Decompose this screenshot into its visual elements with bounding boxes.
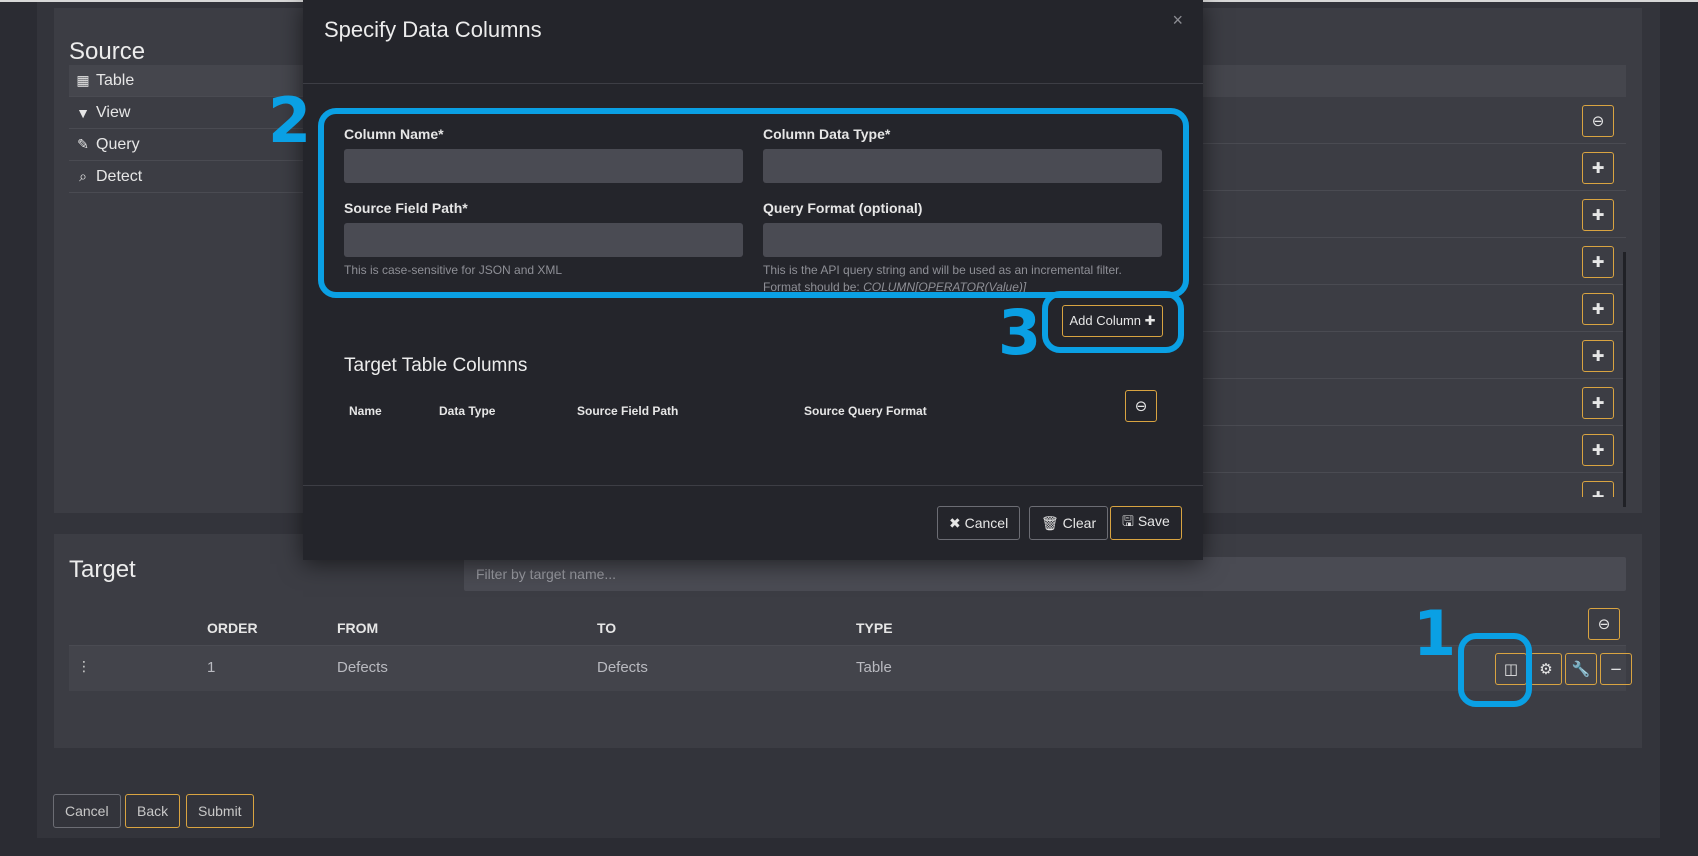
list-item: ✚	[1194, 285, 1626, 332]
source-nav-detect[interactable]: ⌕ Detect	[69, 161, 304, 193]
submit-button[interactable]: Submit	[186, 794, 254, 828]
minus-circle-icon: ⊖	[1591, 112, 1605, 130]
plus-icon: ✚	[1591, 394, 1605, 412]
column-header-to: TO	[597, 620, 617, 636]
modal-footer-divider	[303, 485, 1203, 486]
row-from: Defects	[337, 659, 388, 676]
wrench-button[interactable]: 🔧	[1565, 653, 1597, 685]
search-icon: ⌕	[79, 168, 87, 184]
source-rows: ⊖ ✚ ✚ ✚ ✚ ✚ ✚ ✚ ✚	[1194, 97, 1626, 497]
gear-icon: ⚙	[1539, 660, 1553, 678]
modal-title: Specify Data Columns	[324, 17, 542, 42]
nav-label: View	[96, 103, 131, 121]
column-header-from: FROM	[337, 620, 379, 636]
list-item: ✚	[1194, 191, 1626, 238]
add-source-button[interactable]: ✚	[1582, 387, 1614, 419]
list-item: ✚	[1194, 473, 1626, 497]
back-button[interactable]: Back	[125, 794, 181, 828]
modal-header-divider	[303, 83, 1203, 84]
list-item: ✚	[1194, 238, 1626, 285]
target-panel: Target ORDER FROM TO TYPE ⊖ ⋮ 1 Defects …	[54, 534, 1642, 748]
annotation-box-3	[1042, 291, 1184, 353]
nav-label: Query	[96, 135, 140, 153]
plus-icon: ✚	[1591, 206, 1605, 224]
list-item: ✚	[1194, 379, 1626, 426]
plus-icon: ✚	[1591, 441, 1605, 459]
modal-cancel-button[interactable]: ✖ Cancel	[937, 506, 1021, 540]
add-source-button[interactable]: ✚	[1582, 340, 1614, 372]
drag-handle-icon[interactable]: ⋮	[77, 658, 91, 675]
list-item: ✚	[1194, 332, 1626, 379]
annotation-box-1	[1458, 633, 1532, 707]
col-header-source-field-path: Source Field Path	[577, 404, 679, 418]
list-item: ⊖	[1194, 97, 1626, 144]
list-item: ✚	[1194, 426, 1626, 473]
annotation-number-3: 3	[998, 296, 1042, 369]
filter-icon: ▼	[76, 104, 90, 121]
minus-circle-icon: ⊖	[1134, 397, 1148, 415]
col-header-name: Name	[349, 404, 382, 418]
plus-icon: ✚	[1591, 300, 1605, 318]
plus-icon: ✚	[1591, 159, 1605, 177]
table-icon: ▦	[76, 72, 90, 88]
add-source-button[interactable]: ✚	[1582, 293, 1614, 325]
add-source-button[interactable]: ✚	[1582, 199, 1614, 231]
wrench-icon: 🔧	[1571, 660, 1591, 678]
add-source-button[interactable]: ✚	[1582, 246, 1614, 278]
row-to: Defects	[597, 659, 648, 676]
target-table-columns-title: Target Table Columns	[344, 355, 528, 376]
plus-icon: ✚	[1591, 253, 1605, 271]
column-header-type: TYPE	[856, 620, 893, 636]
cancel-button[interactable]: Cancel	[53, 794, 121, 828]
annotation-number-1: 1	[1413, 597, 1457, 670]
plus-icon: ✚	[1591, 347, 1605, 365]
plus-icon: ✚	[1591, 488, 1605, 497]
add-source-button[interactable]: ✚	[1582, 481, 1614, 497]
row-order: 1	[207, 659, 216, 676]
nav-label: Table	[96, 71, 135, 89]
source-scrollbar[interactable]	[1623, 252, 1626, 507]
modal-save-button[interactable]: 🖫 Save	[1110, 506, 1182, 540]
settings-button[interactable]: ⚙	[1530, 653, 1562, 685]
col-header-data-type: Data Type	[439, 404, 496, 418]
minus-circle-icon: ⊖	[1597, 615, 1611, 633]
annotation-number-2: 2	[268, 84, 312, 157]
modal-clear-button[interactable]: 🗑 Clear	[1029, 506, 1109, 540]
add-source-button[interactable]: ✚	[1582, 434, 1614, 466]
clear-columns-button[interactable]: ⊖	[1125, 390, 1157, 422]
minus-icon: −	[1609, 660, 1623, 678]
close-icon[interactable]: ×	[1172, 10, 1183, 31]
annotation-box-2	[318, 108, 1189, 298]
target-filter-input[interactable]	[464, 557, 1626, 591]
remove-row-button[interactable]: −	[1600, 653, 1632, 685]
remove-all-button[interactable]: ⊖	[1588, 608, 1620, 640]
row-type: Table	[856, 659, 892, 676]
column-header-order: ORDER	[207, 620, 258, 636]
nav-label: Detect	[96, 167, 143, 185]
list-item: ✚	[1194, 144, 1626, 191]
source-title: Source	[69, 38, 146, 65]
collapse-all-button[interactable]: ⊖	[1582, 105, 1614, 137]
target-title: Target	[69, 556, 136, 583]
col-header-source-query-format: Source Query Format	[804, 404, 927, 418]
source-table-header	[1194, 65, 1626, 97]
edit-icon: ✎	[77, 136, 89, 152]
add-source-button[interactable]: ✚	[1582, 152, 1614, 184]
table-row: ⋮ 1 Defects Defects Table ◫ ⚙ 🔧 −	[69, 646, 1632, 691]
